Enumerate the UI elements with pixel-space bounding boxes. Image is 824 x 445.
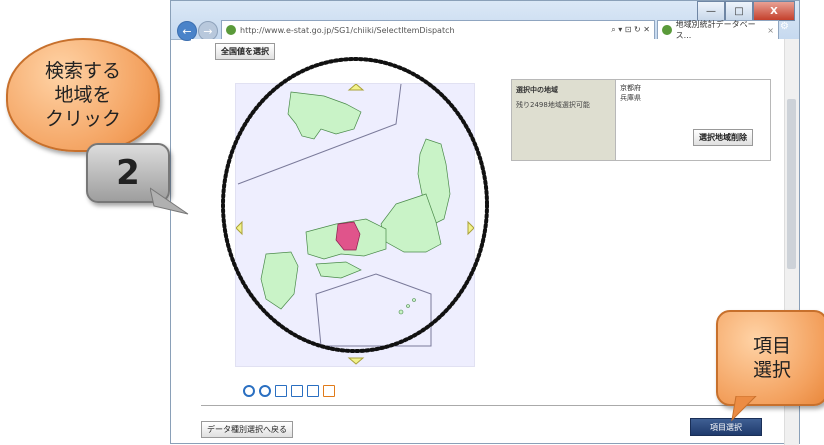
search-area-callout: 検索する 地域を クリック xyxy=(6,38,160,152)
selected-region-list[interactable]: 京都府 兵庫県 xyxy=(616,80,770,160)
address-tools-icon[interactable]: ⌕ ▾ ⊡ ↻ ✕ xyxy=(611,25,654,35)
remove-selected-area-button[interactable]: 選択地域削除 xyxy=(693,129,753,146)
home-icon[interactable] xyxy=(323,385,335,397)
minimize-button[interactable]: — xyxy=(697,1,725,21)
zoom-box-out-icon[interactable] xyxy=(291,385,303,397)
selectable-count-note: 残り2498地域選択可能 xyxy=(516,101,590,109)
badge-pointer xyxy=(150,187,189,215)
back-button[interactable]: ← xyxy=(177,21,197,41)
selected-area-panel: 選択中の地域 残り2498地域選択可能 京都府 兵庫県 xyxy=(511,79,771,161)
selected-area-info: 選択中の地域 残り2498地域選択可能 xyxy=(512,80,616,160)
window-controls: — □ X xyxy=(697,1,795,21)
site-icon xyxy=(226,25,236,35)
selected-region-item[interactable]: 京都府 xyxy=(620,83,766,93)
back-to-datatype-button[interactable]: データ種別選択へ戻る xyxy=(201,421,293,438)
address-url: http://www.e-stat.go.jp/SG1/chiiki/Selec… xyxy=(240,25,455,35)
callout-pointer xyxy=(731,396,757,422)
browser-toolbar-icons[interactable]: ⌂ ★ ⚙ xyxy=(742,21,793,32)
zoom-in-icon[interactable] xyxy=(243,385,255,397)
forward-button[interactable]: → xyxy=(198,21,218,41)
zoom-out-icon[interactable] xyxy=(259,385,271,397)
zoom-box-in-icon[interactable] xyxy=(275,385,287,397)
browser-window: — □ X ← → http://www.e-stat.go.jp/SG1/ch… xyxy=(170,0,800,445)
page-content: 全国値を選択 選択中の地域 残り2498地域選択可能 京都府 兵庫県 選択地域削… xyxy=(191,39,785,438)
tab-site-icon xyxy=(662,25,672,35)
pointer-icon[interactable] xyxy=(307,385,319,397)
divider xyxy=(201,405,761,406)
selected-area-header: 選択中の地域 xyxy=(516,86,558,94)
selected-region-item[interactable]: 兵庫県 xyxy=(620,93,766,103)
map-pan-down-icon xyxy=(347,357,365,365)
map-tools xyxy=(243,385,335,397)
scrollbar-thumb[interactable] xyxy=(787,99,796,269)
title-bar: — □ X ← → http://www.e-stat.go.jp/SG1/ch… xyxy=(171,1,799,41)
address-bar[interactable]: http://www.e-stat.go.jp/SG1/chiiki/Selec… xyxy=(221,20,655,40)
maximize-button[interactable]: □ xyxy=(725,1,753,21)
item-select-callout: 項目 選択 xyxy=(716,310,824,406)
selection-ellipse xyxy=(221,57,489,353)
close-window-button[interactable]: X xyxy=(753,1,795,21)
